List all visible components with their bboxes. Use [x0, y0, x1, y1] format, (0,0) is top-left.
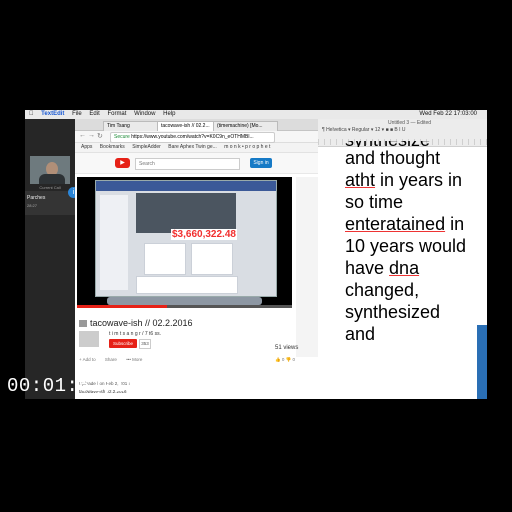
app-name[interactable]: TextEdit — [41, 110, 64, 119]
video-player[interactable]: $3,660,322.48 — [77, 177, 292, 308]
add-to-button[interactable]: + Add to — [79, 357, 96, 362]
document-line: changed, — [345, 280, 420, 300]
call-panel: Current Call Parches 28:27 — [25, 119, 75, 399]
video-progress-fill — [77, 305, 168, 308]
document-line: so time — [345, 192, 404, 212]
format-tools[interactable]: ¶ Helvetica ▾ Regular ▾ 12 ▾ ■ ■ B I U — [322, 127, 406, 133]
menu-help[interactable]: Help — [163, 110, 175, 119]
menubar-clock[interactable]: Wed Feb 22 17:03:00 — [419, 110, 477, 119]
dock — [107, 297, 262, 305]
video-progress-bar[interactable] — [77, 305, 292, 308]
subscriber-count: 353 — [139, 339, 151, 349]
red-dollar-figure: $3,660,322.48 — [171, 229, 237, 240]
youtube-logo-icon[interactable]: ▶ — [115, 158, 130, 168]
url-text: https://www.youtube.com/watch?v=K0C9n_eO… — [131, 134, 254, 140]
view-count: 51 views — [275, 345, 299, 351]
bookmark-aphex[interactable]: Bare Aphex Twin ge... — [168, 144, 217, 150]
facebook-sidebar — [100, 195, 128, 290]
tab-timemachine[interactable]: (timemachine) [Mo... — [213, 121, 278, 131]
video-frame-desktop: $3,660,322.48 — [95, 180, 277, 297]
cover-photo — [136, 193, 236, 233]
document-title: Untitled 3 — Edited — [388, 120, 432, 126]
document-line: 10 years would — [345, 236, 467, 256]
video-icon — [79, 320, 87, 328]
tab-tacowave[interactable]: tacowave-ish // 02.2... — [157, 121, 214, 131]
youtube-search-input[interactable]: Search — [135, 158, 240, 170]
bookmark-simpleadder[interactable]: SimpleAdder — [132, 144, 161, 150]
subscribe-button[interactable]: Subscribe — [109, 339, 137, 348]
reload-icon[interactable]: ↻ — [97, 132, 103, 140]
like-dislike[interactable]: 👍 0 👎 0 — [275, 357, 295, 363]
caller-name: Parches — [27, 195, 46, 201]
caller-body — [39, 174, 65, 184]
address-bar-row: ← → ↻ Secure https://www.youtube.com/wat… — [75, 131, 318, 143]
screen-recording-frame:  TextEdit File Edit Format Window Help … — [25, 110, 487, 399]
bookmark-bookmarks[interactable]: Bookmarks — [100, 144, 125, 150]
youtube-header: ▶ Search Sign in — [75, 153, 318, 174]
apple-icon[interactable]:  — [29, 110, 34, 119]
video-title: tacowave-ish // 02.2.2016 — [79, 318, 193, 328]
document-body[interactable]: synthesize and thoughtatht in years inso… — [345, 141, 485, 345]
document-line: have dna — [345, 258, 420, 278]
timecode-overlay: 00:01:51;10 — [7, 375, 138, 397]
desktop-background — [477, 325, 487, 399]
chrome-browser-window: Tim Tsang tacowave-ish // 02.2... (timem… — [75, 119, 318, 399]
browser-tab-strip: Tim Tsang tacowave-ish // 02.2... (timem… — [75, 119, 318, 131]
forward-icon[interactable]: → — [88, 132, 95, 139]
url-input[interactable]: Secure https://www.youtube.com/watch?v=K… — [110, 132, 275, 143]
more-button[interactable]: ••• More — [126, 357, 142, 362]
tab-tim-tsang[interactable]: Tim Tsang — [103, 121, 158, 131]
channel-name[interactable]: t i m t s a n g r / 7 t6 ss. — [109, 331, 161, 337]
menu-window[interactable]: Window — [134, 110, 155, 119]
call-duration: 28:27 — [27, 203, 38, 208]
document-line: enteratained in — [345, 214, 465, 234]
secure-label: Secure — [114, 134, 130, 140]
post-card — [191, 243, 233, 275]
bookmark-apps[interactable]: Apps — [81, 144, 92, 150]
document-line: synthesized — [345, 302, 441, 322]
menu-format[interactable]: Format — [107, 110, 126, 119]
document-line: and — [345, 324, 376, 344]
post-card — [136, 276, 238, 294]
post-card — [144, 243, 186, 275]
document-line: atht in years in — [345, 170, 463, 190]
back-icon[interactable]: ← — [79, 132, 86, 139]
video-actions: + Add to Share ••• More — [79, 357, 150, 362]
facebook-header — [96, 181, 276, 191]
document-line: and thought — [345, 148, 441, 168]
menu-edit[interactable]: Edit — [89, 110, 99, 119]
share-button[interactable]: Share — [105, 357, 117, 362]
menu-file[interactable]: File — [72, 110, 82, 119]
related-videos-column — [296, 177, 318, 357]
bookmarks-bar: Apps Bookmarks SimpleAdder Bare Aphex Tw… — [75, 143, 318, 153]
call-video-thumbnail — [30, 156, 70, 184]
bookmark-monk[interactable]: m o n k • p r o p h e t — [224, 144, 270, 150]
sign-in-button[interactable]: Sign in — [250, 158, 272, 168]
channel-avatar[interactable] — [79, 331, 99, 347]
textedit-window: Untitled 3 — Edited ¶ Helvetica ▾ Regula… — [318, 119, 487, 399]
